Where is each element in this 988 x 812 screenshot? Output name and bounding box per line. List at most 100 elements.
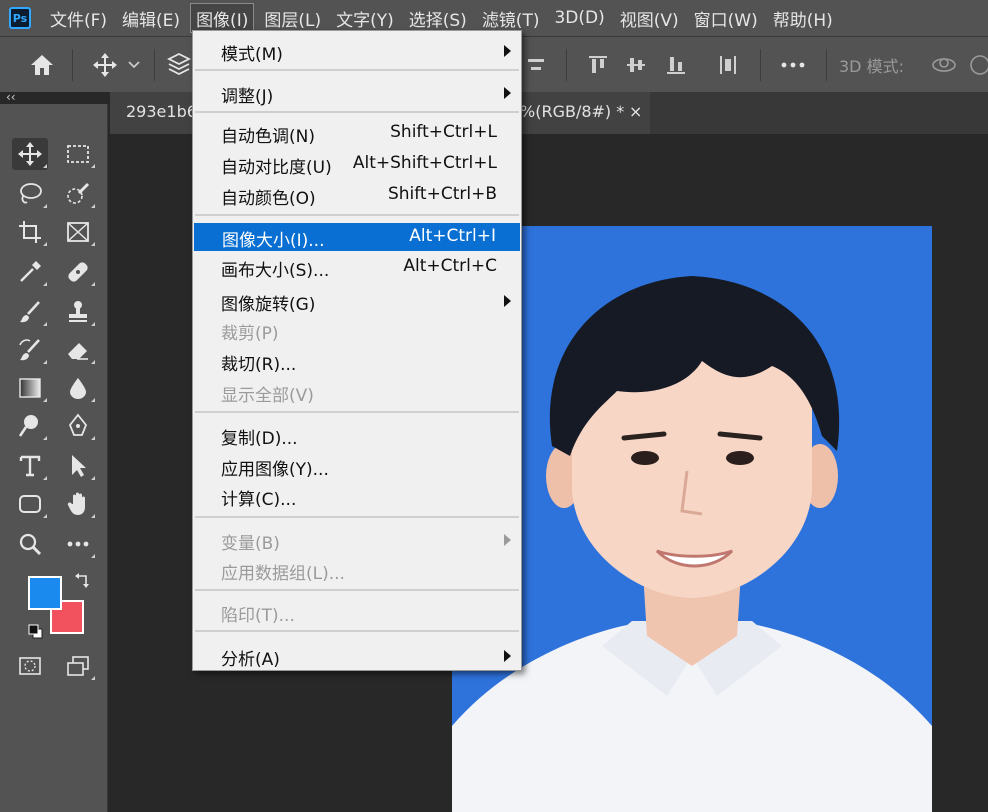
- tool-preset-chevron-down-icon[interactable]: [124, 37, 144, 93]
- screen-mode-icon[interactable]: [60, 650, 96, 682]
- menu-item-label: 裁切(R)...: [221, 355, 297, 375]
- align-center-icon[interactable]: [522, 37, 550, 93]
- menu-item-crop: 裁剪(P): [193, 316, 521, 344]
- healing-brush-icon[interactable]: [60, 256, 96, 288]
- frame-icon[interactable]: [60, 216, 96, 248]
- menu-item-calculations[interactable]: 计算(C)...: [193, 482, 521, 510]
- crop-icon[interactable]: [12, 216, 48, 248]
- menu-item-variables: 变量(B): [193, 526, 521, 554]
- move-tool-icon[interactable]: [88, 37, 122, 93]
- swap-colors-icon[interactable]: [74, 572, 92, 594]
- brush-icon[interactable]: [12, 296, 48, 328]
- menu-item-auto-tone[interactable]: 自动色调(N) Shift+Ctrl+L: [193, 119, 521, 147]
- menu-item-image-size[interactable]: 图像大小(I)... Alt+Ctrl+I: [194, 223, 520, 251]
- menu-select[interactable]: 选择(S): [404, 3, 472, 33]
- 3d-orbit-icon[interactable]: [928, 37, 960, 93]
- menu-item-canvas-size[interactable]: 画布大小(S)... Alt+Ctrl+C: [193, 253, 521, 281]
- menu-item-label: 复制(D)...: [221, 429, 298, 449]
- menu-item-label: 显示全部(V): [221, 386, 314, 406]
- submenu-arrow-icon: [504, 295, 511, 307]
- align-vertical-center-icon[interactable]: [622, 37, 650, 93]
- eyedropper-icon[interactable]: [12, 256, 48, 288]
- edit-toolbar-icon[interactable]: [60, 528, 96, 560]
- 3d-roll-icon[interactable]: [966, 37, 988, 93]
- menu-item-analysis[interactable]: 分析(A): [193, 642, 521, 670]
- submenu-arrow-icon: [504, 45, 511, 57]
- document-tab-mode: %(RGB/8#) *: [520, 102, 625, 121]
- menu-divider: [195, 589, 519, 591]
- menu-divider: [195, 69, 519, 71]
- menu-filter[interactable]: 滤镜(T): [477, 3, 545, 33]
- menu-item-shortcut: Alt+Ctrl+I: [409, 226, 496, 246]
- document-photo: [452, 226, 932, 812]
- menu-item-trim[interactable]: 裁切(R)...: [193, 347, 521, 375]
- submenu-arrow-icon: [504, 534, 511, 546]
- menu-type[interactable]: 文字(Y): [331, 3, 399, 33]
- menu-item-auto-color[interactable]: 自动颜色(O) Shift+Ctrl+B: [193, 181, 521, 209]
- more-options-icon[interactable]: [776, 37, 810, 93]
- menu-item-auto-contrast[interactable]: 自动对比度(U) Alt+Shift+Ctrl+L: [193, 150, 521, 178]
- quick-selection-icon[interactable]: [60, 178, 96, 210]
- menu-item-duplicate[interactable]: 复制(D)...: [193, 421, 521, 449]
- default-colors-icon[interactable]: [28, 624, 44, 644]
- eraser-icon[interactable]: [60, 334, 96, 366]
- tools-panel: [0, 104, 108, 812]
- close-tab-icon[interactable]: ×: [629, 102, 642, 121]
- menu-item-shortcut: Alt+Ctrl+C: [403, 256, 497, 276]
- menu-item-image-rotation[interactable]: 图像旋转(G): [193, 287, 521, 315]
- menu-edit[interactable]: 编辑(E): [117, 3, 185, 33]
- menu-item-mode[interactable]: 模式(M): [193, 37, 521, 65]
- foreground-color-swatch[interactable]: [28, 576, 62, 610]
- type-icon[interactable]: [12, 450, 48, 482]
- menu-item-trap: 陷印(T)...: [193, 598, 521, 626]
- menu-3d[interactable]: 3D(D): [549, 3, 609, 33]
- photoshop-logo: Ps: [9, 7, 31, 29]
- move-tool-icon[interactable]: [12, 138, 48, 170]
- clone-stamp-icon[interactable]: [60, 296, 96, 328]
- hand-icon[interactable]: [60, 488, 96, 520]
- 3d-mode-label: 3D 模式:: [839, 57, 904, 76]
- menu-help[interactable]: 帮助(H): [768, 3, 838, 33]
- menu-item-label: 裁剪(P): [221, 324, 279, 344]
- menu-image[interactable]: 图像(I): [190, 3, 255, 33]
- menu-item-label: 自动对比度(U): [221, 158, 332, 178]
- menu-item-label: 调整(J): [221, 87, 274, 107]
- menu-window[interactable]: 窗口(W): [689, 3, 763, 33]
- rectangular-marquee-icon[interactable]: [60, 138, 96, 170]
- menu-divider: [195, 411, 519, 413]
- image-menu-dropdown: 模式(M) 调整(J) 自动色调(N) Shift+Ctrl+L 自动对比度(U…: [192, 30, 522, 671]
- home-icon[interactable]: [22, 37, 62, 93]
- dodge-icon[interactable]: [12, 410, 48, 442]
- menu-items: 文件(F) 编辑(E) 图像(I) 图层(L) 文字(Y) 选择(S) 滤镜(T) 3D(D)…: [45, 3, 843, 33]
- menu-item-reveal-all: 显示全部(V): [193, 378, 521, 406]
- pen-icon[interactable]: [60, 410, 96, 442]
- menu-divider: [195, 214, 519, 216]
- zoom-icon[interactable]: [12, 528, 48, 560]
- menu-item-shortcut: Shift+Ctrl+L: [390, 122, 497, 142]
- gradient-icon[interactable]: [12, 372, 48, 404]
- menu-item-label: 应用图像(Y)...: [221, 460, 329, 480]
- rectangle-shape-icon[interactable]: [12, 488, 48, 520]
- menu-item-apply-image[interactable]: 应用图像(Y)...: [193, 452, 521, 480]
- history-brush-icon[interactable]: [12, 334, 48, 366]
- menu-item-label: 分析(A): [221, 650, 280, 670]
- menu-divider: [195, 630, 519, 632]
- path-selection-icon[interactable]: [60, 450, 96, 482]
- menu-view[interactable]: 视图(V): [615, 3, 684, 33]
- lasso-icon[interactable]: [12, 178, 48, 210]
- distribute-icon[interactable]: [714, 37, 742, 93]
- menu-layer[interactable]: 图层(L): [259, 3, 326, 33]
- layers-auto-select-icon[interactable]: [164, 37, 194, 93]
- menu-file[interactable]: 文件(F): [45, 3, 112, 33]
- menu-item-label: 模式(M): [221, 45, 283, 65]
- menu-divider: [195, 111, 519, 113]
- menu-item-adjustments[interactable]: 调整(J): [193, 79, 521, 107]
- panel-collapse-icon[interactable]: ‹‹: [6, 90, 16, 104]
- blur-drop-icon[interactable]: [60, 372, 96, 404]
- align-bottom-icon[interactable]: [662, 37, 690, 93]
- submenu-arrow-icon: [504, 650, 511, 662]
- portrait-image: [452, 226, 932, 812]
- menu-item-apply-data-set: 应用数据组(L)...: [193, 556, 521, 584]
- align-top-icon[interactable]: [584, 37, 612, 93]
- quick-mask-icon[interactable]: [12, 650, 48, 682]
